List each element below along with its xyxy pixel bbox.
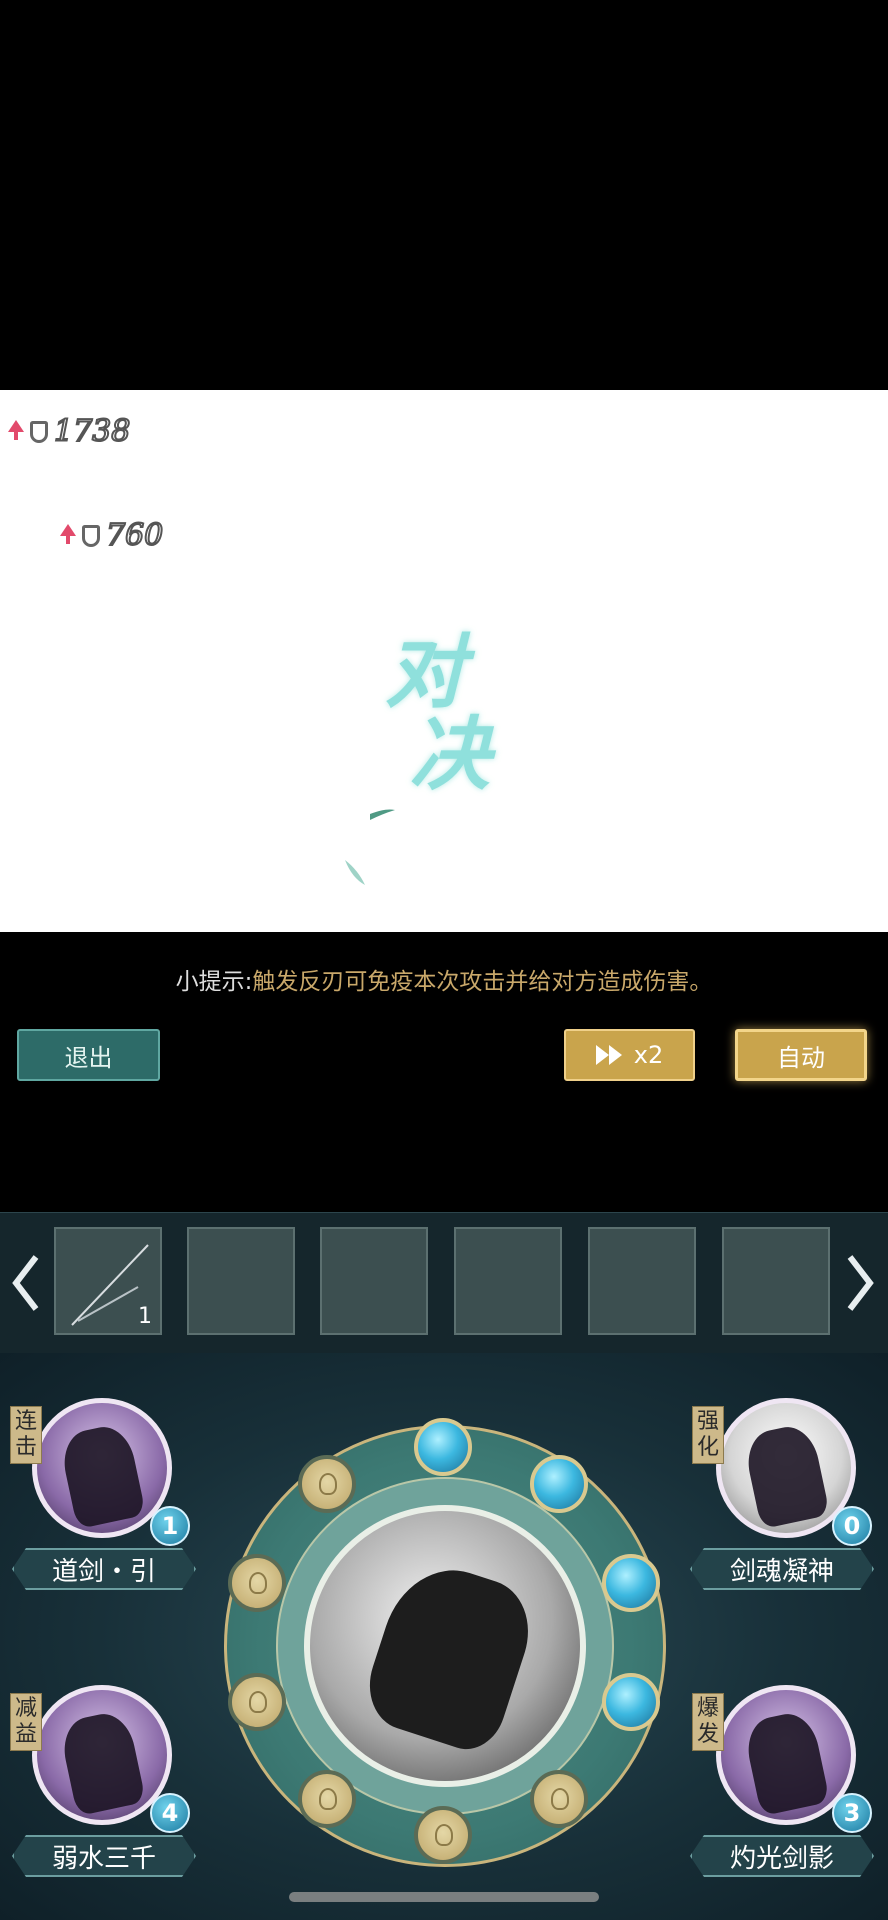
energy-orb-charged (602, 1673, 660, 1731)
item-slot[interactable]: 1 (54, 1227, 162, 1335)
energy-orb-empty (298, 1455, 356, 1513)
power-indicator-top: 1738 (8, 413, 131, 450)
hero-portrait[interactable] (304, 1505, 586, 1787)
energy-orb-empty (414, 1806, 472, 1864)
energy-orb-empty (530, 1770, 588, 1828)
hint-text: 触发反刃可免疫本次攻击并给对方造成伤害。 (252, 969, 713, 995)
hero-silhouette (357, 1553, 543, 1759)
skill-silhouette (741, 1421, 831, 1530)
exit-label: 退出 (64, 1043, 113, 1072)
duel-title-char-2: 决 (410, 707, 494, 801)
energy-orb-empty (228, 1673, 286, 1731)
skill-silhouette (57, 1708, 147, 1817)
next-arrow-icon[interactable] (846, 1253, 876, 1313)
speed-label: x2 (633, 1041, 664, 1069)
item-slot[interactable] (320, 1227, 428, 1335)
power-value: 760 (105, 517, 164, 554)
hint-bar: 小提示:触发反刃可免疫本次攻击并给对方造成伤害。 (0, 962, 888, 996)
shield-icon (30, 420, 48, 443)
energy-orb-empty (228, 1554, 286, 1612)
item-bar: 1 (0, 1212, 888, 1354)
energy-orb-charged (602, 1554, 660, 1612)
energy-orb-charged (530, 1455, 588, 1513)
skill-top-right[interactable]: 强化 0 剑魂凝神 (690, 1398, 880, 1598)
power-indicator-second: 760 (60, 517, 164, 554)
skill-name: 弱水三千 (12, 1835, 196, 1877)
skill-count-badge: 4 (150, 1793, 190, 1833)
auto-button[interactable]: 自动 (735, 1029, 867, 1081)
item-slot[interactable] (588, 1227, 696, 1335)
hint-prefix: 小提示: (175, 969, 253, 995)
exit-button[interactable]: 退出 (17, 1029, 160, 1081)
skill-tag: 爆发 (692, 1693, 724, 1751)
skill-silhouette (741, 1708, 831, 1817)
skill-top-left[interactable]: 连击 1 道剑・引 (10, 1398, 200, 1598)
energy-orb-empty (298, 1770, 356, 1828)
skill-silhouette (57, 1421, 147, 1530)
skill-tag: 强化 (692, 1406, 724, 1464)
skill-name: 道剑・引 (12, 1548, 196, 1590)
speed-button[interactable]: x2 (564, 1029, 695, 1081)
power-value: 1738 (53, 413, 131, 450)
fast-forward-icon (595, 1045, 624, 1065)
item-slot[interactable] (454, 1227, 562, 1335)
skill-count-badge: 1 (150, 1506, 190, 1546)
item-count: 1 (138, 1304, 152, 1329)
skill-bottom-right[interactable]: 爆发 3 灼光剑影 (690, 1685, 880, 1885)
skill-count-badge: 3 (832, 1793, 872, 1833)
item-slot[interactable] (722, 1227, 830, 1335)
auto-label: 自动 (777, 1043, 825, 1072)
skill-tag: 连击 (10, 1406, 42, 1464)
energy-orb-charged (414, 1418, 472, 1476)
battle-scene: 1738 760 对 决 (0, 390, 888, 932)
skill-tag: 减益 (10, 1693, 42, 1751)
up-arrow-icon (60, 523, 76, 544)
skill-count-badge: 0 (832, 1506, 872, 1546)
skill-name: 灼光剑影 (690, 1835, 874, 1877)
skill-bottom-left[interactable]: 减益 4 弱水三千 (10, 1685, 200, 1885)
home-indicator[interactable] (289, 1892, 599, 1902)
up-arrow-icon (8, 419, 24, 440)
item-slot[interactable] (187, 1227, 295, 1335)
shield-icon (82, 524, 100, 547)
prev-arrow-icon[interactable] (10, 1253, 40, 1313)
leaf-decoration-icon (345, 809, 395, 885)
skill-name: 剑魂凝神 (690, 1548, 874, 1590)
